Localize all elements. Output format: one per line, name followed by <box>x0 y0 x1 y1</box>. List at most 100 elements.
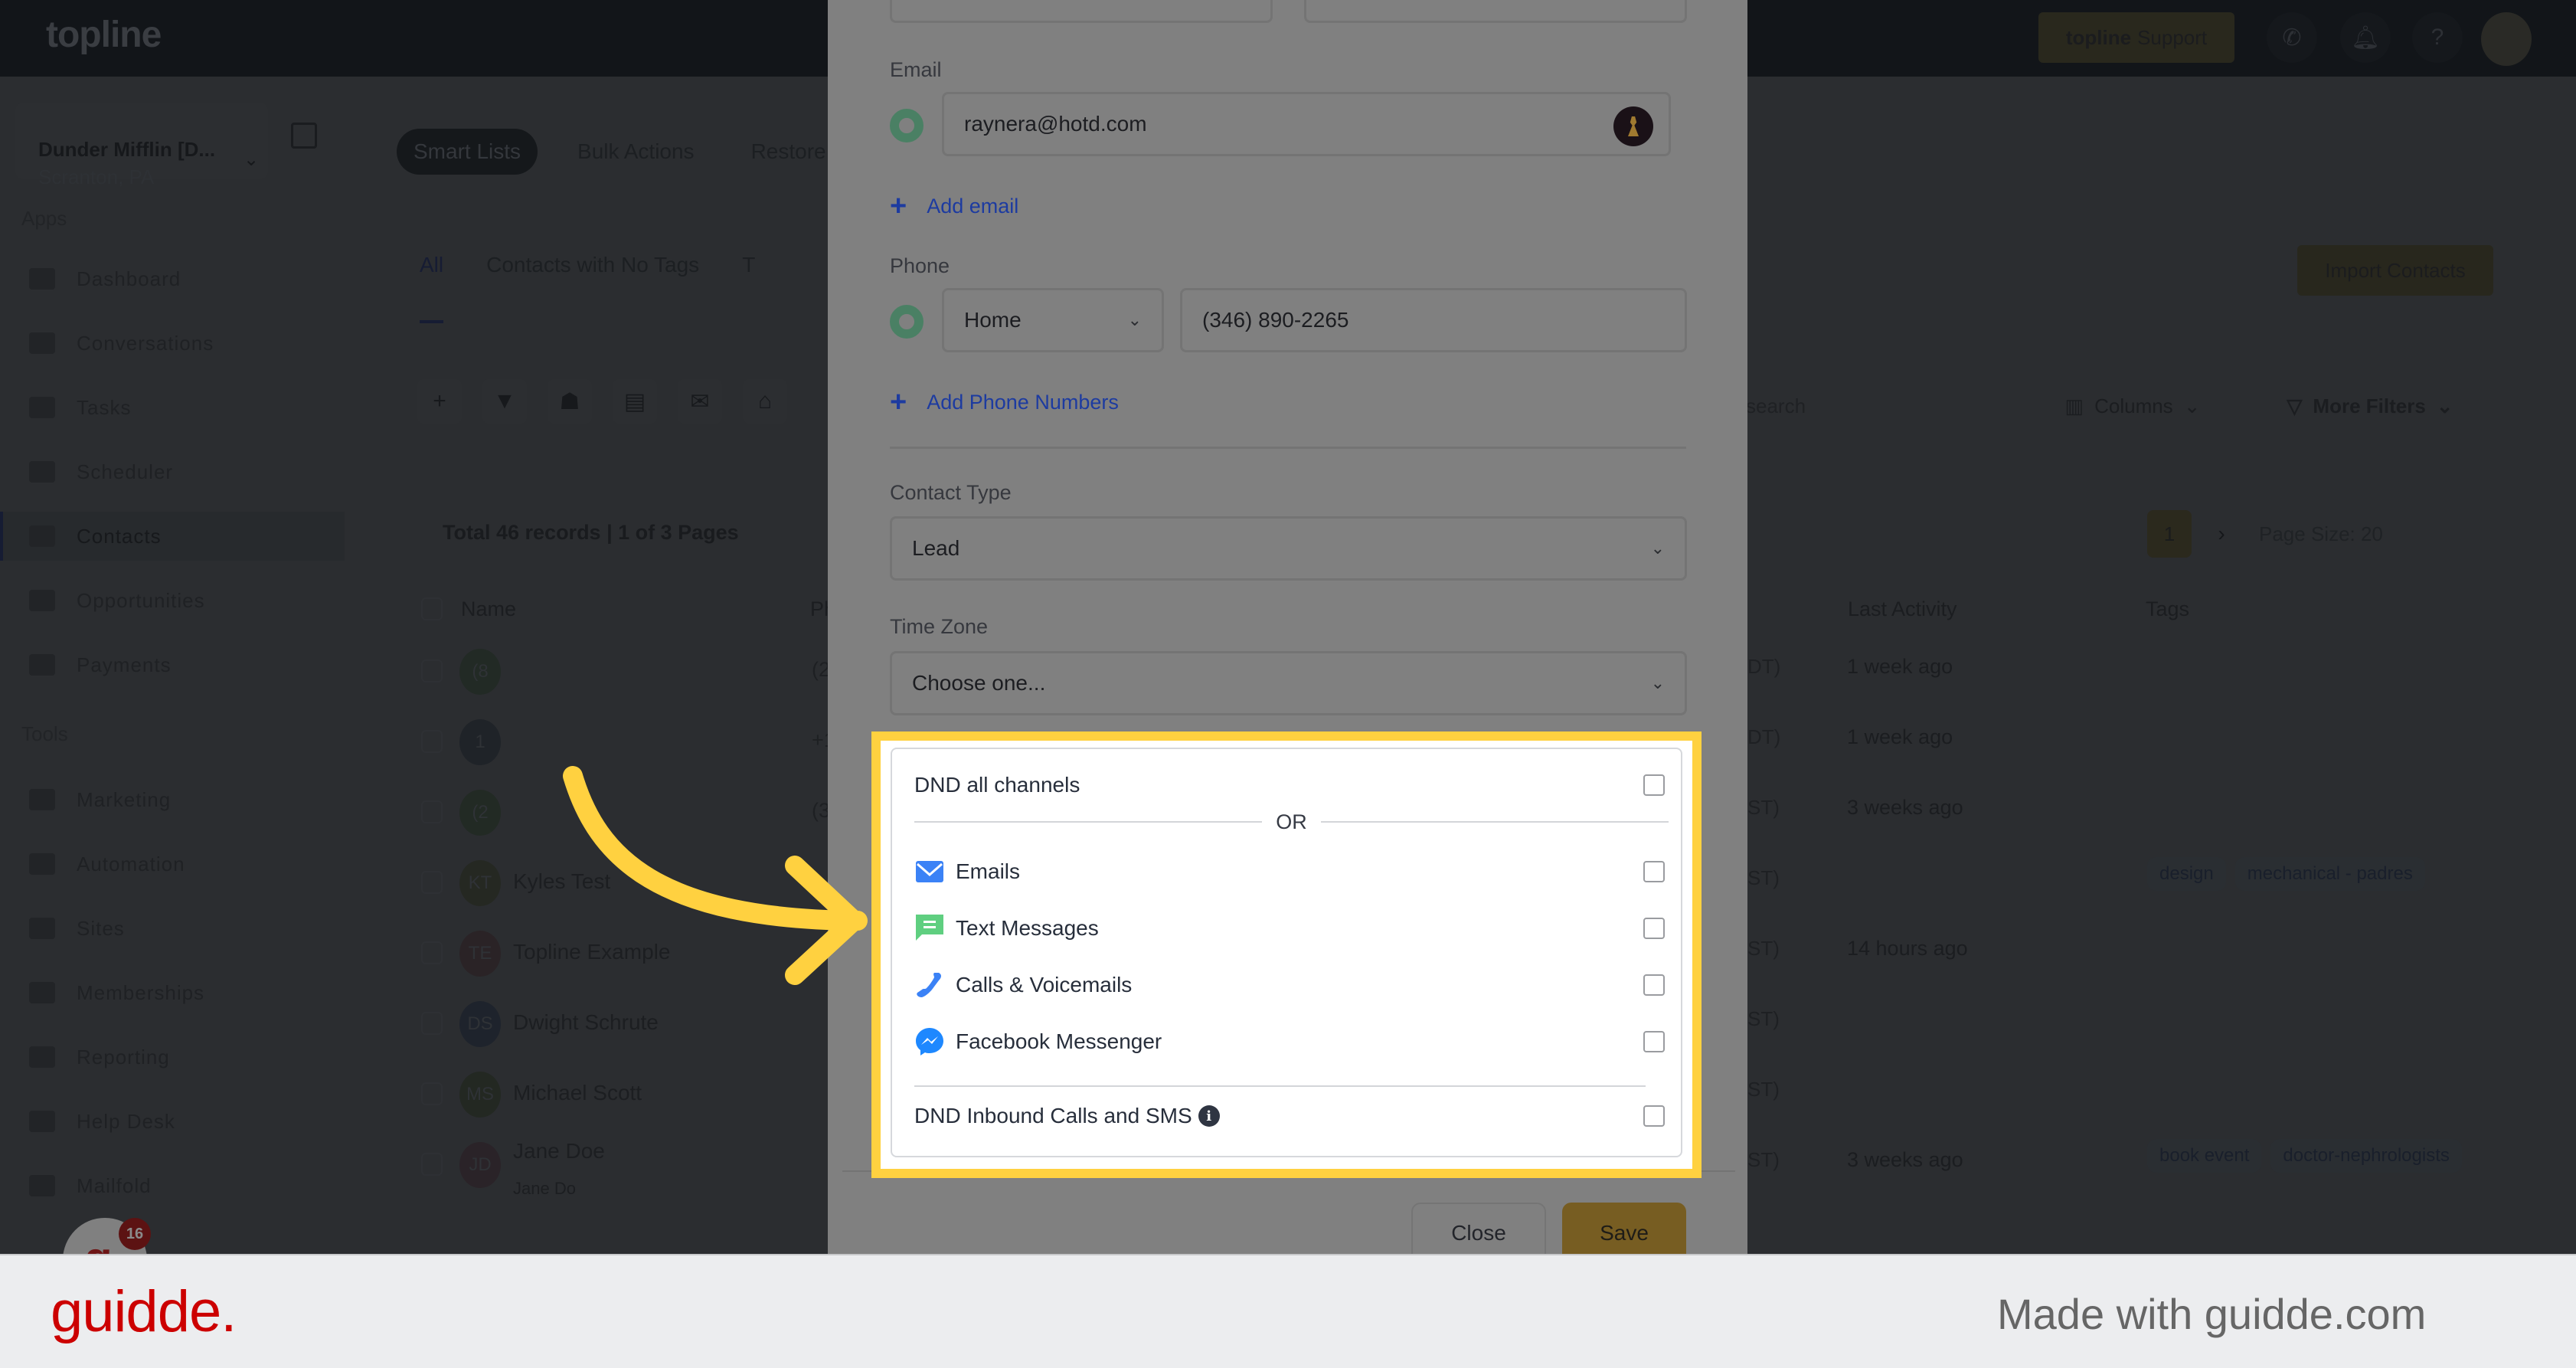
sidebar-collapse-icon[interactable] <box>291 123 317 149</box>
sms-button[interactable]: ▤ <box>613 379 657 424</box>
dnd-all-checkbox[interactable] <box>1643 774 1665 796</box>
table-row[interactable]: DS Dwight Schrute <box>414 990 827 1061</box>
sidebar-item-scheduler[interactable]: Scheduler <box>0 447 345 496</box>
contact-name[interactable]: Jane Doe <box>513 1139 605 1163</box>
sidebar-item-contacts[interactable]: Contacts <box>0 512 345 561</box>
table-row[interactable]: MS Michael Scott <box>414 1061 827 1131</box>
table-row[interactable]: (8 (2 <box>414 638 830 709</box>
dnd-facebook-checkbox[interactable] <box>1643 1031 1665 1052</box>
dnd-facebook-row: Facebook Messenger <box>914 1023 1665 1061</box>
phone-input[interactable]: (346) 890-2265 <box>1180 288 1687 352</box>
tab-bulk-actions[interactable]: Bulk Actions <box>561 129 711 175</box>
row-checkbox[interactable] <box>421 659 443 682</box>
primary-phone-radio[interactable] <box>890 305 924 339</box>
records-summary: Total 46 records | 1 of 3 Pages <box>443 521 739 544</box>
table-row[interactable]: JD Jane Doe Jane Do <box>414 1131 827 1202</box>
last-name-input[interactable] <box>1304 0 1687 23</box>
guidde-logo[interactable]: guidde. <box>51 1278 237 1345</box>
page-size-select[interactable]: Page Size: 20 <box>2259 522 2383 546</box>
list-tab-no-tags[interactable]: Contacts with No Tags <box>486 253 699 323</box>
phone-icon[interactable]: ✆ <box>2267 12 2317 63</box>
row-checkbox[interactable] <box>421 941 443 964</box>
megaphone-icon <box>29 789 55 810</box>
sidebar-item-automation[interactable]: Automation <box>0 839 345 889</box>
sidebar-item-reporting[interactable]: Reporting <box>0 1033 345 1082</box>
import-contacts-button[interactable]: Import Contacts <box>2297 245 2493 296</box>
timezone-cell: DT) <box>1747 725 1781 748</box>
first-name-input[interactable] <box>890 0 1273 23</box>
sidebar-item-tasks[interactable]: Tasks <box>0 383 345 432</box>
dnd-text-messages-checkbox[interactable] <box>1643 918 1665 939</box>
keyhole-icon[interactable] <box>1613 106 1653 146</box>
sidebar-item-mailfold[interactable]: Mailfold <box>0 1161 345 1210</box>
sidebar-item-conversations[interactable]: Conversations <box>0 319 345 368</box>
sidebar-item-help-desk[interactable]: Help Desk <box>0 1097 345 1146</box>
more-filters-button[interactable]: ▽ More Filters ⌄ <box>2255 379 2485 433</box>
made-with-guidde[interactable]: Made with guidde.com <box>1997 1289 2426 1339</box>
info-icon[interactable]: i <box>1198 1105 1220 1127</box>
email-button[interactable]: ✉ <box>678 379 722 424</box>
smart-list-tabs: All Contacts with No Tags T <box>420 253 755 323</box>
list-tab-more[interactable]: T <box>742 253 755 323</box>
contact-type-select[interactable]: Lead ⌄ <box>890 516 1687 581</box>
filter-button[interactable]: ▼ <box>482 379 527 424</box>
tab-restore[interactable]: Restore <box>734 129 843 175</box>
dnd-inbound-checkbox[interactable] <box>1643 1105 1665 1127</box>
add-tag-button[interactable]: ⌂ <box>743 379 787 424</box>
help-icon[interactable]: ? <box>2412 12 2463 63</box>
search-input[interactable]: search <box>1723 379 2014 433</box>
email-input[interactable]: raynera@hotd.com <box>942 92 1671 156</box>
sidebar-item-sites[interactable]: Sites <box>0 904 345 953</box>
support-button[interactable]: topline Support <box>2038 12 2234 63</box>
tag-plus-icon: ⌂ <box>757 388 773 414</box>
app-logo[interactable]: topline <box>46 14 162 56</box>
close-button[interactable]: Close <box>1411 1203 1546 1254</box>
tag-chip[interactable]: book event <box>2147 1139 2262 1173</box>
select-all-checkbox[interactable] <box>421 597 443 626</box>
dnd-calls-checkbox[interactable] <box>1643 974 1665 996</box>
add-email-link[interactable]: + Add email <box>890 190 1018 223</box>
timezone-select[interactable]: Choose one... ⌄ <box>890 651 1687 715</box>
last-activity-cell: 14 hours ago <box>1847 937 1968 960</box>
sidebar-item-memberships[interactable]: Memberships <box>0 968 345 1017</box>
next-page-button[interactable]: › <box>2199 510 2244 558</box>
location-switcher[interactable]: Dunder Mifflin [D... Scranton, PA ⌄ <box>15 103 268 188</box>
columns-button[interactable]: ▥ Columns ⌄ <box>2022 379 2244 433</box>
bell-icon[interactable]: 🔔︎ <box>2340 12 2391 63</box>
pagination: 1 › Page Size: 20 <box>2147 510 2383 558</box>
email-value: raynera@hotd.com <box>964 112 1147 136</box>
contact-name[interactable]: Dwight Schrute <box>513 1010 659 1035</box>
tag-chip[interactable]: doctor-nephrologists <box>2270 1139 2462 1173</box>
row-checkbox[interactable] <box>421 871 443 894</box>
location-name: Dunder Mifflin [D... <box>38 138 216 161</box>
sidebar-item-payments[interactable]: Payments <box>0 640 345 689</box>
tab-smart-lists[interactable]: Smart Lists <box>397 129 538 175</box>
table-row-right: ST) 3 weeks ago <box>1747 779 2576 849</box>
automation-button[interactable]: ☗ <box>548 379 592 424</box>
column-header-last-activity[interactable]: Last Activity <box>1848 597 1957 621</box>
add-contact-button[interactable]: + <box>417 379 462 424</box>
sidebar-item-dashboard[interactable]: Dashboard <box>0 254 345 303</box>
user-avatar[interactable] <box>2481 12 2532 66</box>
sidebar-item-opportunities[interactable]: Opportunities <box>0 576 345 625</box>
save-button[interactable]: Save <box>1562 1203 1686 1254</box>
dnd-emails-checkbox[interactable] <box>1643 861 1665 882</box>
row-checkbox[interactable] <box>421 1012 443 1035</box>
row-checkbox[interactable] <box>421 1153 443 1176</box>
tag-chip[interactable]: design <box>2147 857 2226 891</box>
row-checkbox[interactable] <box>421 800 443 823</box>
tag-chip[interactable]: mechanical - padres <box>2234 857 2425 891</box>
add-phone-link[interactable]: + Add Phone Numbers <box>890 386 1119 419</box>
list-tab-all[interactable]: All <box>420 253 444 323</box>
page-1-button[interactable]: 1 <box>2147 510 2192 558</box>
primary-email-radio[interactable] <box>890 109 924 142</box>
sidebar-item-marketing[interactable]: Marketing <box>0 775 345 824</box>
row-checkbox[interactable] <box>421 1082 443 1105</box>
row-checkbox[interactable] <box>421 730 443 753</box>
column-header-name[interactable]: Name <box>461 597 516 621</box>
guidde-footer: guidde. Made with guidde.com <box>0 1254 2576 1368</box>
table-row-right: ST) 14 hours ago <box>1747 920 2576 990</box>
phone-type-select[interactable]: Home ⌄ <box>942 288 1164 352</box>
contact-name[interactable]: Michael Scott <box>513 1081 642 1105</box>
pie-chart-icon <box>29 1046 55 1068</box>
